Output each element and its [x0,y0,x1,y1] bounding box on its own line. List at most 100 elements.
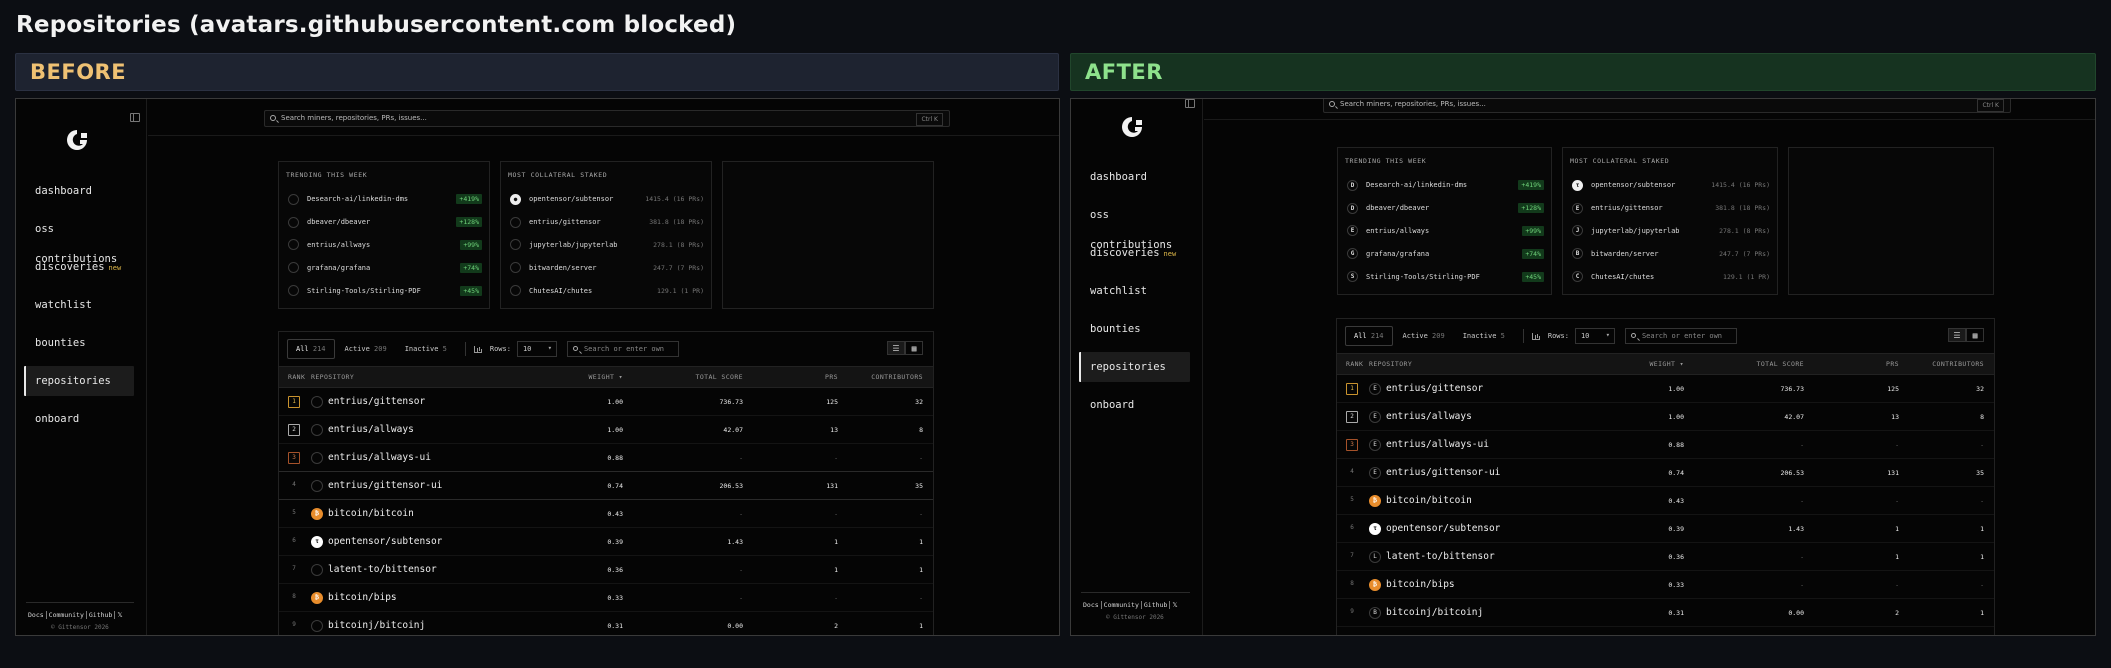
collateral-item[interactable]: Jjupyterlab/jupyterlab 278.1 (8 PRs) [1570,220,1770,243]
nav-item-discoveries[interactable]: discoveries new [24,252,134,282]
trending-item[interactable]: dbeaver/dbeaver +128% [286,211,482,234]
col-weight[interactable]: WEIGHT ▾ [553,373,623,381]
chart-icon[interactable] [1531,332,1540,340]
col-prs[interactable]: PRS [1804,360,1899,368]
collateral-item[interactable]: ChutesAI/chutes 129.1 (1 PR) [508,279,704,302]
col-repository[interactable]: REPOSITORY [311,373,553,381]
nav-item-onboard[interactable]: onboard [1079,390,1190,420]
sidebar-collapse-icon[interactable] [130,113,140,122]
footer-link-community[interactable]: Community [46,611,87,619]
col-rank[interactable]: RANK [1337,360,1369,368]
nav-item-oss-contributions[interactable]: oss contributions [1079,200,1190,251]
col-contributors[interactable]: CONTRIBUTORS [1899,360,1994,368]
table-row[interactable]: 8 ₿ bitcoin/bips 0.33- - - [279,584,933,612]
collateral-item[interactable]: ● opentensor/subtensor 1415.4 (16 PRs) [508,188,704,211]
trending-item[interactable]: Eentrius/allways +99% [1345,220,1544,243]
rank-badge: 6 [292,536,296,544]
chart-icon[interactable] [473,345,482,353]
nav-item-dashboard[interactable]: dashboard [1079,162,1190,192]
table-row[interactable]: 5 ₿ bitcoin/bitcoin 0.43- - - [279,500,933,528]
collateral-item[interactable]: bitwarden/server 247.7 (7 PRs) [508,256,704,279]
table-row[interactable]: 3 entrius/allways-ui 0.88- - - [279,444,933,472]
table-row[interactable]: 9 bitcoinj/bitcoinj 0.31 0.00 2 1 [279,612,933,635]
trending-item[interactable]: S Stirling-Tools/Stirling-PDF +45% [1345,265,1544,288]
collateral-item[interactable]: Bbitwarden/server 247.7 (7 PRs) [1570,242,1770,265]
rows-select[interactable]: 10 [516,341,557,357]
footer-link-docs[interactable]: Docs [26,611,47,619]
rows-select[interactable]: 10 [1574,328,1615,344]
col-total-score[interactable]: TOTAL SCORE [623,373,743,381]
sidebar-collapse-icon[interactable] [1185,99,1195,108]
trending-item[interactable]: Stirling-Tools/Stirling-PDF +45% [286,279,482,302]
nav-item-watchlist[interactable]: watchlist [1079,276,1190,306]
empty-card [1788,147,1994,295]
global-search-input[interactable]: Search miners, repositories, PRs, issues… [264,110,950,127]
table-row[interactable]: 6 τ opentensor/subtensor 0.39 1.43 1 1 [1337,515,1994,543]
nav-item-label: dashboard [1090,171,1147,183]
footer-link-github[interactable]: Github [1141,601,1171,609]
footer-link-community[interactable]: Community [1101,601,1142,609]
collateral-item[interactable]: jupyterlab/jupyterlab 278.1 (8 PRs) [508,234,704,257]
table-row[interactable]: 7 latent-to/bittensor 0.36-1 1 [279,556,933,584]
trending-item[interactable]: D Desearch-ai/linkedin-dms +419% [1345,174,1544,197]
collateral-item[interactable]: entrius/gittensor 381.8 (18 PRs) [508,211,704,234]
table-row[interactable]: 8 ₿ bitcoin/bips 0.33- - - [1337,571,1994,599]
nav-item-oss-contributions[interactable]: oss contributions [24,214,134,265]
rank-badge: 2 [288,423,300,436]
footer-link-x[interactable]: 𝕏 [115,611,124,619]
filter-active[interactable]: Active 209 [345,345,387,353]
footer-link-docs[interactable]: Docs [1081,601,1102,609]
nav-item-repositories[interactable]: repositories [24,366,134,396]
table-row[interactable]: 7 Llatent-to/bittensor 0.36-1 1 [1337,543,1994,571]
filter-active[interactable]: Active 209 [1403,332,1445,340]
trending-item[interactable]: Desearch-ai/linkedin-dms +419% [286,188,482,211]
table-row[interactable]: 5 ₿ bitcoin/bitcoin 0.43- - - [1337,487,1994,515]
col-contributors[interactable]: CONTRIBUTORS [838,373,933,381]
copyright: © Gittensor 2026 [1106,614,1164,621]
footer-link-x[interactable]: 𝕏 [1170,601,1179,609]
col-prs[interactable]: PRS [743,373,838,381]
table-row[interactable]: 2 entrius/allways 1.00 42.07 13 8 [279,416,933,444]
rank-badge: 7 [1350,551,1354,559]
trending-item[interactable]: Ddbeaver/dbeaver +128% [1345,197,1544,220]
trending-item[interactable]: entrius/allways +99% [286,234,482,257]
filter-all[interactable]: All 214 [1345,326,1393,346]
nav-item-discoveries[interactable]: discoveries new [1079,238,1190,268]
nav-item-watchlist[interactable]: watchlist [24,290,134,320]
footer-link-github[interactable]: Github [86,611,116,619]
nav-item-onboard[interactable]: onboard [24,404,134,434]
nav-item-repositories[interactable]: repositories [1079,352,1190,382]
grid-view-icon[interactable]: ▦ [905,341,923,355]
trending-item[interactable]: grafana/grafana +74% [286,256,482,279]
filter-inactive[interactable]: Inactive 5 [405,345,447,353]
list-view-icon[interactable]: ☰ [1948,328,1966,342]
collateral-item[interactable]: C ChutesAI/chutes 129.1 (1 PR) [1570,265,1770,288]
col-total-score[interactable]: TOTAL SCORE [1684,360,1804,368]
global-search-input[interactable]: Search miners, repositories, PRs, issues… [1323,99,2011,113]
collateral-item[interactable]: Eentrius/gittensor 381.8 (18 PRs) [1570,197,1770,220]
table-search-input[interactable]: Search or enter own [1624,328,1737,344]
filter-all[interactable]: All 214 [287,339,335,359]
nav-item-bounties[interactable]: bounties [24,328,134,358]
table-search-input[interactable]: Search or enter own [566,341,679,357]
table-row[interactable]: 3 Eentrius/allways-ui 0.88- - - [1337,431,1994,459]
filter-inactive[interactable]: Inactive 5 [1463,332,1505,340]
nav-item-bounties[interactable]: bounties [1079,314,1190,344]
table-row[interactable]: 4 Eentrius/gittensor-ui 0.74 206.53 131 35 [1337,459,1994,487]
col-weight[interactable]: WEIGHT ▾ [1614,360,1684,368]
table-row[interactable]: 9 Bbitcoinj/bitcoinj 0.31 0.00 2 1 [1337,599,1994,627]
sidebar: dashboard oss contributions discoveries n… [16,99,147,635]
collateral-item[interactable]: τ opentensor/subtensor 1415.4 (16 PRs) [1570,174,1770,197]
grid-view-icon[interactable]: ▦ [1966,328,1984,342]
table-row[interactable]: 2 Eentrius/allways 1.00 42.07 13 8 [1337,403,1994,431]
table-row[interactable]: 1 entrius/gittensor 1.00 736.73 125 32 [279,388,933,416]
table-row[interactable]: 6 τ opentensor/subtensor 0.39 1.43 1 1 [279,528,933,556]
col-rank[interactable]: RANK [279,373,311,381]
header-divider [1204,119,2095,120]
list-view-icon[interactable]: ☰ [887,341,905,355]
nav-item-dashboard[interactable]: dashboard [24,176,134,206]
table-row[interactable]: 4 entrius/gittensor-ui 0.74 206.53 131 35 [279,472,933,500]
trending-item[interactable]: Ggrafana/grafana +74% [1345,242,1544,265]
col-repository[interactable]: REPOSITORY [1369,360,1614,368]
table-row[interactable]: 1 Eentrius/gittensor 1.00 736.73 125 32 [1337,375,1994,403]
